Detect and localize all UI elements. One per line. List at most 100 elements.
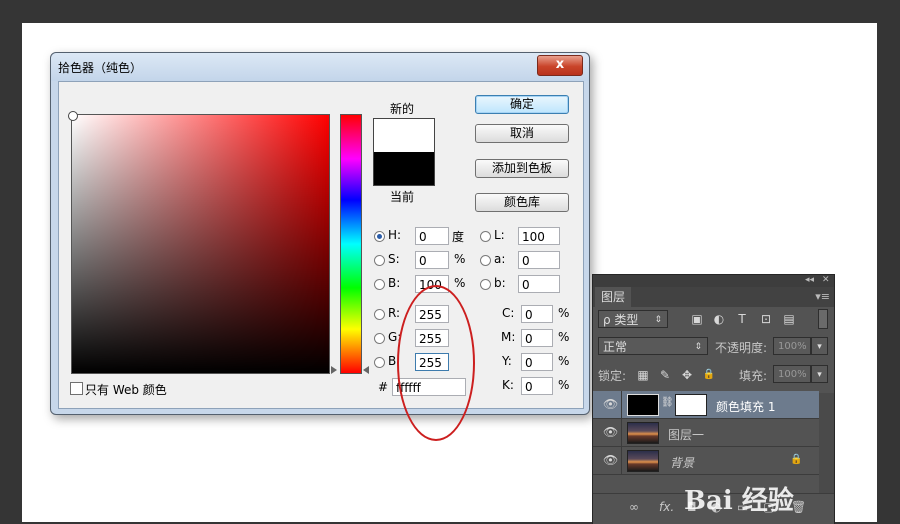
b-radio[interactable] (374, 279, 385, 290)
hue-slider-left-arrow[interactable] (331, 366, 337, 374)
visibility-eye-icon[interactable]: 👁 (603, 425, 618, 439)
dialog-titlebar[interactable]: 拾色器（纯色） x (51, 53, 589, 81)
cancel-button[interactable]: 取消 (475, 124, 569, 143)
fill-input[interactable]: 100% (773, 365, 811, 383)
color-field-marker[interactable] (68, 111, 78, 121)
layer-mask-thumbnail[interactable] (675, 394, 707, 416)
filter-toggle[interactable] (818, 309, 828, 329)
y-unit: % (558, 354, 570, 368)
blend-mode-dropdown[interactable]: 正常 ⇕ (598, 337, 708, 355)
row-divider (621, 391, 622, 418)
opacity-input[interactable]: 100% (773, 337, 811, 355)
s-input[interactable]: 0 (415, 251, 449, 269)
layer-row[interactable]: 👁 图层一 (593, 419, 819, 447)
rgb-b-radio[interactable] (374, 357, 385, 368)
a-radio[interactable] (480, 255, 491, 266)
layer-thumbnail[interactable] (627, 422, 659, 444)
fill-dropdown-icon[interactable]: ▾ (811, 365, 828, 383)
link-chain-icon[interactable]: ⛓ (661, 397, 674, 408)
g-radio[interactable] (374, 333, 385, 344)
lock-position-icon[interactable]: ✥ (679, 367, 695, 383)
ok-button[interactable]: 确定 (475, 95, 569, 114)
color-picker-dialog: 拾色器（纯色） x 新的 当前 确定 取消 添加到色板 颜色库 H: 0 度 S… (50, 52, 590, 441)
lab-b-radio[interactable] (480, 279, 491, 290)
layer-name: 图层一 (668, 428, 705, 442)
link-layers-icon[interactable]: ∞ (629, 500, 639, 514)
collapse-panel-icon[interactable]: ◂◂ (805, 275, 814, 285)
a-input[interactable]: 0 (518, 251, 560, 269)
y-label: Y: (502, 354, 512, 368)
hex-label: # (378, 380, 389, 394)
fill-label: 填充: (739, 369, 768, 383)
panel-menu-icon[interactable]: ▾≡ (815, 290, 830, 303)
layer-style-icon[interactable]: fx. (659, 500, 674, 514)
hue-slider-right-arrow[interactable] (363, 366, 369, 374)
add-to-swatches-button[interactable]: 添加到色板 (475, 159, 569, 178)
lab-b-input[interactable]: 0 (518, 275, 560, 293)
panel-tabbar: 图层 ▾≡ (593, 287, 834, 307)
adjustment-filter-icon[interactable]: ◐ (711, 311, 727, 327)
dialog-title: 拾色器（纯色） (58, 61, 143, 75)
h-unit: 度 (452, 230, 465, 244)
lab-b-label: b: (494, 276, 506, 290)
image-filter-icon[interactable]: ▣ (689, 311, 705, 327)
m-unit: % (558, 330, 570, 344)
b-unit: % (454, 276, 466, 290)
k-label: K: (502, 378, 514, 392)
s-radio[interactable] (374, 255, 385, 266)
panel-top-bar: ◂◂ ✕ (593, 275, 834, 287)
layer-thumbnail[interactable] (627, 450, 659, 472)
b-label: B: (388, 276, 401, 290)
h-input[interactable]: 0 (415, 227, 449, 245)
l-radio[interactable] (480, 231, 491, 242)
lock-label: 锁定: (598, 369, 627, 383)
layers-scrollbar[interactable] (819, 393, 834, 493)
lock-image-icon[interactable]: ✎ (657, 367, 673, 383)
row-divider (621, 419, 622, 446)
shape-filter-icon[interactable]: ⊡ (758, 311, 774, 327)
h-radio[interactable] (374, 231, 385, 242)
lock-all-icon[interactable]: 🔒 (701, 367, 717, 383)
k-unit: % (558, 378, 570, 392)
m-label: M: (501, 330, 516, 344)
smart-object-filter-icon[interactable]: ▤ (781, 311, 797, 327)
layer-row[interactable]: 👁 背景 🔒 (593, 447, 819, 475)
color-libraries-button[interactable]: 颜色库 (475, 193, 569, 212)
dialog-body: 新的 当前 确定 取消 添加到色板 颜色库 H: 0 度 S: 0 % B: 1… (58, 81, 584, 441)
c-input[interactable]: 0 (521, 305, 553, 323)
visibility-eye-icon[interactable]: 👁 (603, 397, 618, 411)
fill-color-thumbnail[interactable] (627, 394, 659, 416)
current-color-swatch[interactable] (374, 152, 434, 185)
hue-slider[interactable] (340, 114, 362, 374)
s-unit: % (454, 252, 466, 266)
close-button[interactable]: x (537, 55, 583, 76)
tab-layers[interactable]: 图层 (595, 287, 631, 307)
opacity-label: 不透明度: (715, 341, 768, 355)
color-swatch (373, 118, 435, 186)
filter-type-dropdown[interactable]: ρ 类型 ⇕ (598, 310, 668, 328)
web-colors-only-checkbox[interactable] (70, 382, 83, 395)
m-input[interactable]: 0 (521, 329, 553, 347)
layer-name: 背景 (670, 456, 695, 470)
r-label: R: (388, 306, 401, 320)
red-annotation-ellipse (397, 285, 475, 441)
lock-transparent-icon[interactable]: ▦ (635, 367, 651, 383)
l-label: L: (494, 228, 505, 242)
a-label: a: (494, 252, 506, 266)
close-panel-icon[interactable]: ✕ (822, 275, 830, 285)
color-field[interactable] (68, 111, 330, 374)
k-input[interactable]: 0 (521, 377, 553, 395)
new-color-swatch (374, 119, 434, 152)
r-radio[interactable] (374, 309, 385, 320)
current-color-label: 当前 (390, 190, 415, 204)
y-input[interactable]: 0 (521, 353, 553, 371)
visibility-eye-icon[interactable]: 👁 (603, 453, 618, 467)
dropdown-arrow-icon: ⇕ (654, 315, 662, 325)
l-input[interactable]: 100 (518, 227, 560, 245)
layer-name: 颜色填充 1 (716, 400, 776, 414)
new-color-label: 新的 (390, 102, 415, 116)
blend-dropdown-arrow-icon: ⇕ (694, 342, 702, 352)
text-filter-icon[interactable]: T (734, 311, 750, 327)
layer-row[interactable]: 👁 ⛓ 颜色填充 1 (593, 391, 819, 419)
opacity-dropdown-icon[interactable]: ▾ (811, 337, 828, 355)
